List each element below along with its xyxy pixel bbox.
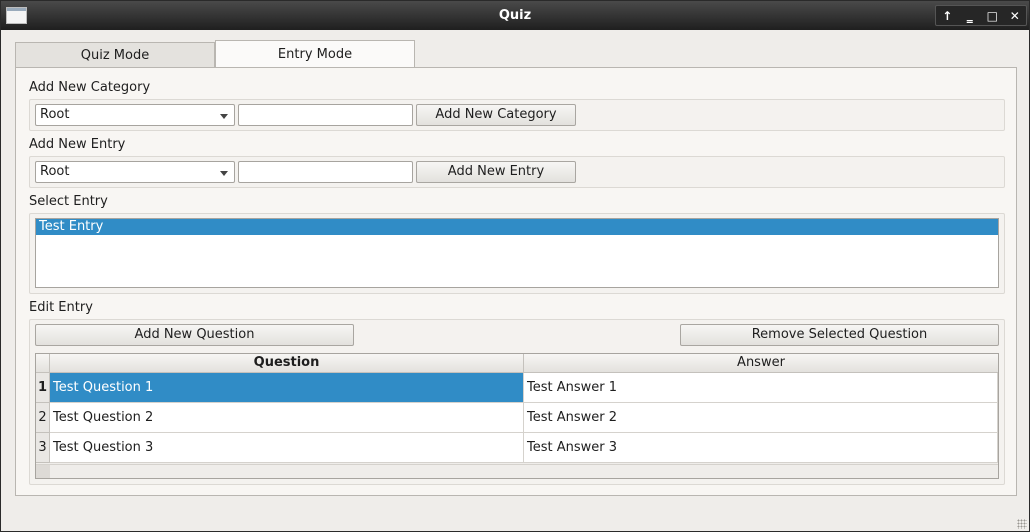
category-parent-value: Root [40, 107, 70, 122]
tab-quiz-mode[interactable]: Quiz Mode [15, 42, 215, 68]
add-question-button[interactable]: Add New Question [35, 324, 354, 346]
title-bar[interactable]: Quiz ↑ ‗ □ ✕ [1, 1, 1029, 30]
add-entry-group: Root Add New Entry [29, 156, 1005, 188]
remove-question-button[interactable]: Remove Selected Question [680, 324, 999, 346]
entry-list[interactable]: Test Entry [35, 218, 999, 288]
maximize-icon[interactable]: □ [982, 7, 1002, 25]
table-cell-answer[interactable]: Test Answer 2 [524, 403, 998, 433]
entry-mode-panel: Add New Category Root Add New Category A… [15, 67, 1017, 496]
entry-category-value: Root [40, 164, 70, 179]
table-cell-answer[interactable]: Test Answer 3 [524, 433, 998, 463]
table-corner-button[interactable] [36, 354, 50, 373]
window-controls: ↑ ‗ □ ✕ [935, 5, 1027, 26]
category-parent-select[interactable]: Root [35, 104, 235, 126]
row-header[interactable]: 1 [36, 373, 50, 403]
add-category-button[interactable]: Add New Category [416, 104, 576, 126]
add-entry-label: Add New Entry [29, 137, 126, 152]
edit-entry-group: Add New Question Remove Selected Questio… [29, 319, 1005, 485]
chevron-down-icon [220, 114, 228, 119]
entry-category-select[interactable]: Root [35, 161, 235, 183]
tab-entry-mode[interactable]: Entry Mode [215, 40, 415, 68]
quiz-window: Quiz ↑ ‗ □ ✕ Quiz Mode Entry Mode Add Ne… [0, 0, 1030, 532]
table-cell-question[interactable]: Test Question 1 [50, 373, 524, 403]
table-cell-question[interactable]: Test Question 2 [50, 403, 524, 433]
window-title: Quiz [498, 8, 532, 23]
table-cell-answer[interactable]: Test Answer 1 [524, 373, 998, 403]
resize-grip-icon[interactable] [1017, 519, 1027, 529]
row-header[interactable]: 2 [36, 403, 50, 433]
column-header-question[interactable]: Question [50, 354, 524, 373]
table-cell-question[interactable]: Test Question 3 [50, 433, 524, 463]
list-item[interactable]: Test Entry [36, 219, 998, 235]
row-header[interactable]: 3 [36, 433, 50, 463]
add-entry-button[interactable]: Add New Entry [416, 161, 576, 183]
category-name-input[interactable] [238, 104, 413, 126]
add-category-label: Add New Category [29, 80, 151, 95]
keep-above-icon[interactable]: ↑ [937, 7, 957, 25]
close-icon[interactable]: ✕ [1005, 7, 1025, 25]
column-header-answer[interactable]: Answer [524, 354, 998, 373]
minimize-icon[interactable]: ‗ [960, 7, 980, 25]
chevron-down-icon [220, 171, 228, 176]
entry-name-input[interactable] [238, 161, 413, 183]
select-entry-group: Test Entry [29, 213, 1005, 294]
select-entry-label: Select Entry [29, 194, 108, 209]
questions-table: Question Answer 1 Test Question 1 Test A… [35, 353, 999, 479]
scrollbar-corner [36, 465, 50, 478]
add-category-group: Root Add New Category [29, 99, 1005, 131]
edit-entry-label: Edit Entry [29, 300, 93, 315]
horizontal-scrollbar[interactable] [36, 464, 998, 478]
